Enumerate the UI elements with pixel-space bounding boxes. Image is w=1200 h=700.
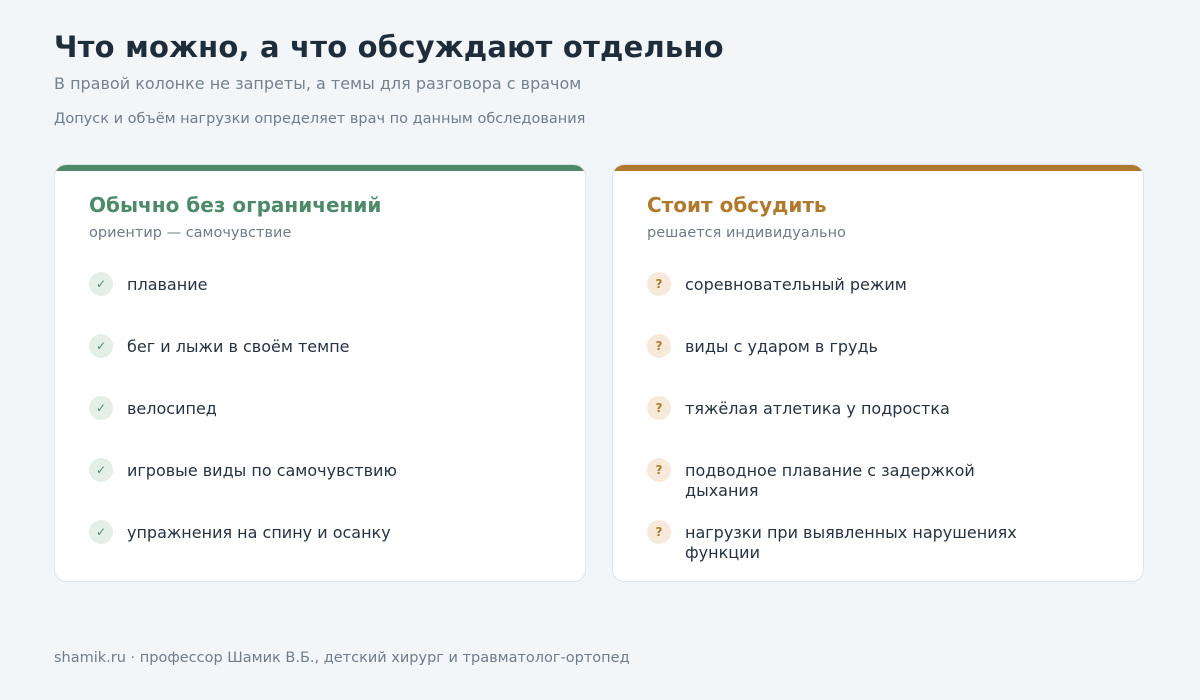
page-title: Что можно, а что обсуждают отдельно (54, 30, 724, 64)
list-item: ✓ упражнения на спину и осанку (89, 519, 509, 569)
question-icon: ? (647, 272, 671, 296)
list-item: ✓ плавание (89, 271, 509, 321)
discuss-card-hint: решается индивидуально (647, 225, 846, 241)
page-note: Допуск и объём нагрузки определяет врач … (54, 111, 586, 127)
check-icon: ✓ (89, 334, 113, 358)
list-item: ✓ велосипед (89, 395, 509, 445)
question-icon: ? (647, 334, 671, 358)
question-icon: ? (647, 458, 671, 482)
list-item: ? подводное плавание с задержкой дыхания (647, 457, 1067, 507)
list-item: ✓ игровые виды по самочувствию (89, 457, 509, 507)
page-subtitle: В правой колонке не запреты, а темы для … (54, 74, 582, 93)
list-item-text: упражнения на спину и осанку (127, 523, 391, 542)
check-icon: ✓ (89, 272, 113, 296)
list-item: ✓ бег и лыжи в своём темпе (89, 333, 509, 383)
list-item-text: велосипед (127, 399, 217, 418)
question-icon: ? (647, 520, 671, 544)
check-icon: ✓ (89, 396, 113, 420)
discuss-card-accent-bar (613, 165, 1143, 171)
list-item-text: виды с ударом в грудь (685, 337, 878, 356)
allowed-card-accent-bar (55, 165, 585, 171)
footer-credit: shamik.ru · профессор Шамик В.Б., детски… (54, 650, 630, 666)
list-item-text: нагрузки при выявленных нарушениях функц… (685, 523, 1017, 562)
check-icon: ✓ (89, 520, 113, 544)
list-item-text: бег и лыжи в своём темпе (127, 337, 350, 356)
list-item-text: соревновательный режим (685, 275, 907, 294)
list-item: ? нагрузки при выявленных нарушениях фун… (647, 519, 1067, 569)
allowed-card: Обычно без ограничений ориентир — самочу… (54, 164, 586, 582)
allowed-card-title: Обычно без ограничений (89, 193, 382, 217)
discuss-card: Стоит обсудить решается индивидуально ? … (612, 164, 1144, 582)
list-item: ? соревновательный режим (647, 271, 1067, 321)
list-item: ? тяжёлая атлетика у подростка (647, 395, 1067, 445)
check-icon: ✓ (89, 458, 113, 482)
allowed-card-hint: ориентир — самочувствие (89, 225, 292, 241)
question-icon: ? (647, 396, 671, 420)
list-item-text: тяжёлая атлетика у подростка (685, 399, 950, 418)
discuss-card-title: Стоит обсудить (647, 193, 827, 217)
list-item-text: плавание (127, 275, 208, 294)
list-item-text: подводное плавание с задержкой дыхания (685, 461, 975, 500)
list-item: ? виды с ударом в грудь (647, 333, 1067, 383)
list-item-text: игровые виды по самочувствию (127, 461, 397, 480)
